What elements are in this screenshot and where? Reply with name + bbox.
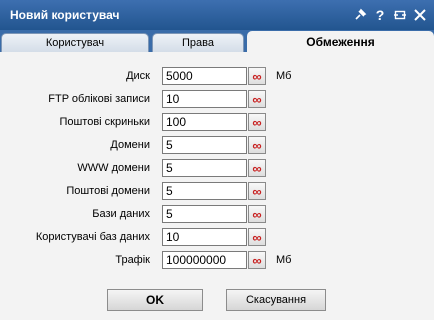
maximize-icon[interactable] [392, 7, 408, 23]
ok-button[interactable]: OK [107, 289, 203, 311]
mail-domains-label: Поштові домени [66, 185, 150, 197]
www-domains-input[interactable] [162, 159, 247, 177]
pin-icon[interactable] [352, 7, 368, 23]
tab-rights[interactable]: Права [152, 33, 244, 52]
domains-label: Домени [110, 139, 150, 151]
limit-row-databases: Бази даних ∞ [0, 205, 434, 225]
limit-row-ftp: FTP облікові записи ∞ [0, 90, 434, 110]
limit-row-www-domains: WWW домени ∞ [0, 159, 434, 179]
databases-infinity-button[interactable]: ∞ [248, 205, 266, 223]
domains-input[interactable] [162, 136, 247, 154]
disk-label: Диск [126, 70, 150, 82]
tab-limits[interactable]: Обмеження [247, 31, 434, 52]
mail-domains-input[interactable] [162, 182, 247, 200]
tab-bar: Користувач Права Обмеження [0, 30, 434, 52]
db-users-label: Користувачі баз даних [35, 231, 150, 243]
help-icon[interactable]: ? [372, 7, 388, 23]
db-users-infinity-button[interactable]: ∞ [248, 228, 266, 246]
mailboxes-input[interactable] [162, 113, 247, 131]
mailboxes-label: Поштові скриньки [59, 116, 150, 128]
www-domains-label: WWW домени [77, 162, 150, 174]
limit-row-traffic: Трафік ∞ Мб [0, 251, 434, 271]
title-bar-icons: ? [352, 5, 428, 25]
ftp-accounts-infinity-button[interactable]: ∞ [248, 90, 266, 108]
db-users-input[interactable] [162, 228, 247, 246]
disk-input[interactable] [162, 67, 247, 85]
www-domains-infinity-button[interactable]: ∞ [248, 159, 266, 177]
limits-panel: Диск ∞ Мб FTP облікові записи ∞ Поштові … [0, 52, 434, 320]
limit-row-disk: Диск ∞ Мб [0, 67, 434, 87]
databases-label: Бази даних [92, 208, 150, 220]
traffic-unit: Мб [276, 254, 292, 266]
ftp-accounts-input[interactable] [162, 90, 247, 108]
databases-input[interactable] [162, 205, 247, 223]
mail-domains-infinity-button[interactable]: ∞ [248, 182, 266, 200]
limit-row-mailboxes: Поштові скриньки ∞ [0, 113, 434, 133]
tab-user[interactable]: Користувач [1, 33, 149, 52]
dialog-title: Новий користувач [10, 8, 120, 22]
traffic-label: Трафік [115, 254, 150, 266]
ftp-accounts-label: FTP облікові записи [48, 93, 150, 105]
limit-row-db-users: Користувачі баз даних ∞ [0, 228, 434, 248]
traffic-infinity-button[interactable]: ∞ [248, 251, 266, 269]
cancel-button[interactable]: Скасування [226, 289, 326, 311]
close-icon[interactable] [412, 7, 428, 23]
traffic-input[interactable] [162, 251, 247, 269]
domains-infinity-button[interactable]: ∞ [248, 136, 266, 154]
mailboxes-infinity-button[interactable]: ∞ [248, 113, 266, 131]
limit-row-domains: Домени ∞ [0, 136, 434, 156]
limit-row-mail-domains: Поштові домени ∞ [0, 182, 434, 202]
title-bar: Новий користувач ? [0, 0, 434, 30]
disk-unit: Мб [276, 70, 292, 82]
disk-infinity-button[interactable]: ∞ [248, 67, 266, 85]
